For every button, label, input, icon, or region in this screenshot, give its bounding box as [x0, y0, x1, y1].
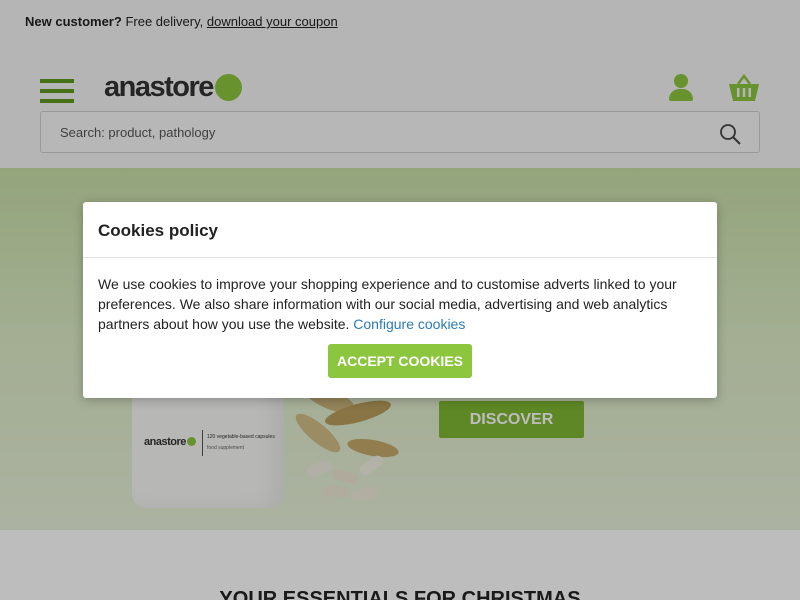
divider [83, 257, 717, 258]
accept-cookies-button[interactable]: ACCEPT COOKIES [328, 344, 472, 378]
cookie-modal: Cookies policy We use cookies to improve… [83, 202, 717, 398]
configure-cookies-link[interactable]: Configure cookies [353, 316, 465, 332]
cookie-modal-text: We use cookies to improve your shopping … [98, 274, 702, 334]
cookie-modal-title: Cookies policy [98, 221, 218, 240]
